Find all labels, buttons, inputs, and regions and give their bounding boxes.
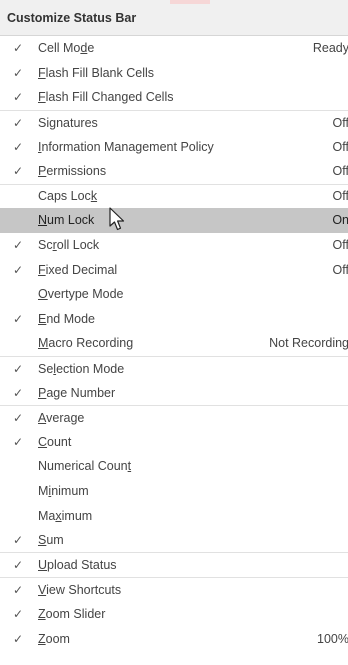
menu-item-average[interactable]: ✓ Average	[0, 404, 348, 430]
checkmark-icon: ✓	[13, 361, 24, 376]
menu-item-label: Signatures	[38, 115, 98, 130]
menu-item-maximum[interactable]: Maximum	[0, 503, 348, 528]
access-key: U	[38, 558, 48, 573]
menu-item-page-number[interactable]: ✓ Page Number	[0, 380, 348, 405]
menu-item-upload-status[interactable]: ✓ Upload Status	[0, 552, 348, 577]
menu-item-label: Fixed Decimal	[38, 262, 118, 277]
menu-item-information-management-policy[interactable]: ✓ Information Management Policy Off	[0, 134, 348, 159]
menu-item-minimum[interactable]: Minimum	[0, 479, 348, 504]
menu-item-label: Overtype Mode	[38, 287, 124, 302]
checkmark-icon: ✓	[13, 139, 24, 154]
menu-item-permissions[interactable]: ✓ Permissions Off	[0, 159, 348, 184]
menu-item-value: Off	[332, 139, 348, 154]
menu-item-zoom-slider[interactable]: ✓ Zoom Slider	[0, 602, 348, 627]
menu-item-view-shortcuts[interactable]: ✓ View Shortcuts	[0, 577, 348, 602]
checkmark-icon: ✓	[13, 606, 24, 621]
menu-item-selection-mode[interactable]: ✓ Selection Mode	[0, 355, 348, 381]
arrow-pointer-icon	[109, 207, 125, 231]
menu-item-value: Off	[332, 262, 348, 277]
menu-item-label: Sum	[38, 533, 64, 548]
menu-item-label: Selection Mode	[38, 361, 125, 376]
access-key: k	[90, 189, 98, 204]
checkmark-icon: ✓	[13, 65, 24, 80]
access-key: F	[38, 262, 46, 277]
checkmark-icon: ✓	[13, 164, 24, 179]
menu-item-label: Page Number	[38, 385, 116, 400]
access-key: C	[38, 434, 48, 449]
menu-item-value: Off	[332, 164, 348, 179]
checkmark-icon: ✓	[13, 385, 24, 400]
menu-item-fixed-decimal[interactable]: ✓ Fixed Decimal Off	[0, 257, 348, 282]
menu-item-label: Upload Status	[38, 558, 117, 573]
menu-item-flash-fill-blank-cells[interactable]: ✓ Flash Fill Blank Cells	[0, 61, 348, 86]
menu-item-label: Macro Recording	[38, 336, 134, 351]
menu-item-label: Zoom Slider	[38, 606, 106, 621]
access-key: Z	[38, 606, 46, 621]
menu-item-label: Information Management Policy	[38, 139, 214, 154]
checkmark-icon: ✓	[13, 631, 24, 646]
access-key: A	[38, 410, 47, 425]
menu-item-caps-lock[interactable]: Caps Lock Off	[0, 183, 348, 209]
access-key: N	[38, 213, 48, 228]
menu-item-label: Num Lock	[38, 213, 95, 228]
menu-item-zoom[interactable]: ✓ Zoom 100%	[0, 626, 348, 651]
menu-item-label: Permissions	[38, 164, 107, 179]
menu-item-label: Flash Fill Changed Cells	[38, 90, 174, 105]
menu-item-flash-fill-changed-cells[interactable]: ✓ Flash Fill Changed Cells	[0, 85, 348, 110]
access-key: F	[38, 65, 46, 80]
menu-item-label: Average	[38, 410, 85, 425]
accent-strip	[170, 0, 210, 4]
checkmark-icon: ✓	[13, 582, 24, 597]
checkmark-icon: ✓	[13, 434, 24, 449]
menu-item-label: Minimum	[38, 483, 89, 498]
checkmark-icon: ✓	[13, 238, 24, 253]
checkmark-icon: ✓	[13, 311, 24, 326]
menu-item-label: Flash Fill Blank Cells	[38, 65, 155, 80]
menu-item-cell-mode[interactable]: ✓ Cell Mode Ready	[0, 36, 348, 61]
menu-item-value: On	[332, 213, 348, 228]
menu-item-sum[interactable]: ✓ Sum	[0, 528, 348, 553]
access-key: O	[38, 287, 48, 302]
menu-item-label: Count	[38, 434, 72, 449]
menu-item-label: View Shortcuts	[38, 582, 122, 597]
checkmark-icon: ✓	[13, 115, 24, 130]
menu-item-scroll-lock[interactable]: ✓ Scroll Lock Off	[0, 233, 348, 258]
menu-item-num-lock[interactable]: Num Lock On	[0, 207, 348, 233]
access-key: M	[38, 336, 49, 351]
menu-item-label: Cell Mode	[38, 41, 95, 56]
menu-item-value: Off	[332, 238, 348, 253]
menu-item-label: Maximum	[38, 508, 93, 523]
customize-status-bar-menu: Customize Status Bar ✓ Cell Mode Ready ✓ Fla…	[0, 0, 348, 665]
checkmark-icon: ✓	[13, 90, 24, 105]
access-key: Z	[38, 631, 46, 646]
menu-item-label: Numerical Count	[38, 459, 132, 474]
menu-item-signatures[interactable]: ✓ Signatures Off	[0, 109, 348, 135]
checkmark-icon: ✓	[13, 262, 24, 277]
menu-item-value: Ready	[312, 41, 348, 56]
menu-item-label: End Mode	[38, 311, 95, 326]
menu-item-value: Off	[332, 115, 348, 130]
checkmark-icon: ✓	[13, 533, 24, 548]
checkmark-icon: ✓	[13, 41, 24, 56]
access-key: t	[127, 459, 132, 474]
menu-item-value: Not Recording	[269, 336, 348, 351]
menu-item-end-mode[interactable]: ✓ End Mode	[0, 307, 348, 332]
menu-item-label: Scroll Lock	[38, 238, 100, 253]
menu-item-value: Off	[332, 189, 348, 204]
menu-item-count[interactable]: ✓ Count	[0, 430, 348, 455]
menu-item-list: ✓ Cell Mode Ready ✓ Flash Fill Blank Cells ✓ F…	[0, 36, 348, 651]
menu-item-macro-recording[interactable]: Macro Recording Not Recording	[0, 331, 348, 356]
menu-item-value: 100%	[317, 631, 348, 646]
access-key: V	[38, 582, 47, 597]
checkmark-icon: ✓	[13, 410, 24, 425]
checkmark-icon: ✓	[13, 558, 24, 573]
menu-title: Customize Status Bar	[0, 0, 348, 36]
menu-item-label: Caps Lock	[38, 189, 98, 204]
access-key: F	[38, 90, 46, 105]
menu-item-numerical-count[interactable]: Numerical Count	[0, 454, 348, 479]
menu-item-label: Zoom	[38, 631, 70, 646]
menu-item-overtype-mode[interactable]: Overtype Mode	[0, 282, 348, 307]
